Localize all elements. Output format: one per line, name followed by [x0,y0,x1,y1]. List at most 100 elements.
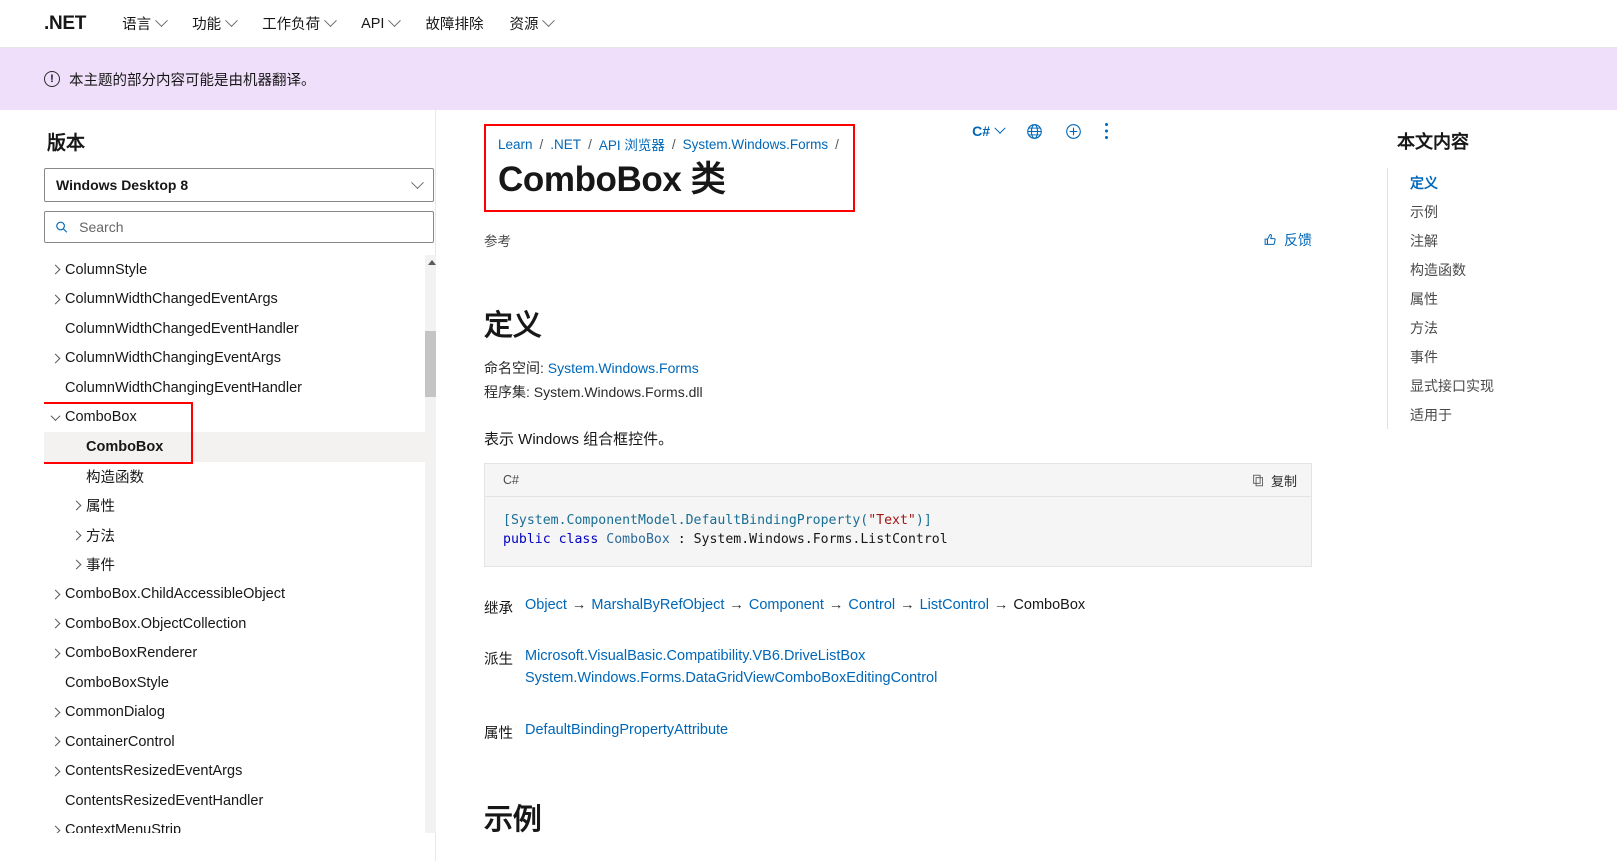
reference-label: 参考 [484,234,511,250]
title-highlight-box: Learn / .NET / API 浏览器 / System.Windows.Forms /… [484,124,855,213]
breadcrumb-item-2[interactable]: API 浏览器 [599,134,665,154]
chevron-right-icon[interactable] [45,766,65,777]
chevron-right-icon[interactable] [45,707,65,718]
toc-item-4[interactable]: 属性 [1398,284,1617,313]
copy-code-button[interactable]: 复制 [1252,471,1297,490]
toc-item-7[interactable]: 显式接口实现 [1398,371,1617,400]
inheritance-item-3[interactable]: Control [848,597,895,613]
in-this-article-toc: 本文内容 定义 示例 注解 构造函数 属性 方法 事件 显式接口实现 适用于 [1377,110,1617,861]
breadcrumb-separator: / [539,136,544,152]
derived-item-0[interactable]: Microsoft.VisualBasic.Compatibility.VB6.… [525,648,865,664]
inheritance-item-2[interactable]: Component [749,597,824,613]
tree-item-columnwidthchangingeventargs[interactable]: ColumnWidthChangingEventArgs [44,344,420,374]
top-nav-item-2[interactable]: 工作负荷 [262,13,337,34]
chevron-right-icon[interactable] [45,648,65,659]
toc-item-5[interactable]: 方法 [1398,313,1617,342]
tree-item-contentsresizedeventargs[interactable]: ContentsResizedEventArgs [44,757,420,787]
chevron-right-icon[interactable] [66,500,86,511]
inheritance-arrow-icon: → [729,596,744,613]
tree-item-label: 事件 [86,558,115,575]
chevron-right-icon[interactable] [45,264,65,275]
code-keyword-public: public [503,532,551,548]
chevron-down-icon [324,14,337,28]
toc-item-3[interactable]: 构造函数 [1398,255,1617,284]
chevron-right-icon[interactable] [66,530,86,541]
top-nav-item-label: 故障排除 [425,17,484,33]
chevron-down-icon [225,14,238,28]
feedback-button[interactable]: 反馈 [1264,230,1312,250]
tree-item-columnwidthchangedeventargs[interactable]: ColumnWidthChangedEventArgs [44,285,420,315]
feedback-label: 反馈 [1284,232,1312,249]
toc-list: 定义 示例 注解 构造函数 属性 方法 事件 显式接口实现 适用于 [1387,168,1617,429]
top-nav-item-label: 资源 [509,17,539,33]
tree-item-commondialog[interactable]: CommonDialog [44,698,420,728]
scroll-up-arrow-icon[interactable] [427,260,436,265]
scrollbar-thumb[interactable] [425,331,436,397]
chevron-down-icon[interactable] [45,410,65,421]
tree-item-contentsresizedeventhandler[interactable]: ContentsResizedEventHandler [44,786,420,816]
page-body: 版本 Windows Desktop 8 ColumnStyle ColumnWi… [0,110,1617,861]
plus-circle-icon[interactable] [1065,123,1082,140]
namespace-link[interactable]: System.Windows.Forms [548,360,699,376]
chevron-right-icon[interactable] [66,559,86,570]
language-selector-button[interactable]: C# [972,122,1006,139]
tree-item-containercontrol[interactable]: ContainerControl [44,727,420,757]
version-select[interactable]: Windows Desktop 8 [44,168,434,202]
top-nav-item-3[interactable]: API [361,14,402,32]
inheritance-arrow-icon: → [828,596,844,613]
chevron-right-icon[interactable] [45,589,65,600]
tree-item-label: ContextMenuStrip [65,822,182,833]
toc-item-6[interactable]: 事件 [1398,342,1617,371]
sidebar-search-box[interactable] [44,211,434,243]
tree-item-label: CommonDialog [65,704,165,721]
chevron-right-icon[interactable] [45,825,65,833]
tree-item-columnwidthchangedeventhandler[interactable]: ColumnWidthChangedEventHandler [44,314,420,344]
chevron-right-icon[interactable] [45,294,65,305]
tree-item-columnwidthchangingeventhandler[interactable]: ColumnWidthChangingEventHandler [44,373,420,403]
toc-item-8[interactable]: 适用于 [1398,400,1617,429]
inheritance-item-1[interactable]: MarshalByRefObject [591,597,724,613]
inheritance-item-4[interactable]: ListControl [920,597,989,613]
brand-logo-dotnet[interactable]: .NET [44,13,86,35]
reference-row: 参考 反馈 [484,230,1312,250]
assembly-line: 程序集: System.Windows.Forms.dll [484,382,1377,402]
breadcrumb-item-0[interactable]: Learn [498,137,533,152]
tree-item-构造函数[interactable]: 构造函数 [44,462,420,492]
derived-item-1[interactable]: System.Windows.Forms.DataGridViewComboBo… [525,670,937,686]
tree-item-事件[interactable]: 事件 [44,550,420,580]
chevron-right-icon[interactable] [45,618,65,629]
chevron-right-icon[interactable] [45,736,65,747]
inheritance-item-0[interactable]: Object [525,597,567,613]
top-nav-item-1[interactable]: 功能 [192,13,238,34]
tree-item-combobox[interactable]: ComboBox [44,432,436,462]
breadcrumb-item-1[interactable]: .NET [550,137,581,152]
tree-item-comboboxrenderer[interactable]: ComboBoxRenderer [44,639,420,669]
toc-title: 本文内容 [1397,132,1469,152]
tree-item-combobox[interactable]: ComboBox [44,403,420,433]
namespace-label: 命名空间: [484,360,544,377]
breadcrumb-item-3[interactable]: System.Windows.Forms [683,137,829,152]
toc-item-0[interactable]: 定义 [1398,168,1617,197]
top-nav-item-5[interactable]: 资源 [509,13,556,34]
top-nav-item-4[interactable]: 故障排除 [425,13,483,34]
code-attribute-string: "Text" [868,513,916,529]
tree-item-combobox-objectcollection[interactable]: ComboBox.ObjectCollection [44,609,420,639]
tree-item-combobox-childaccessibleobject[interactable]: ComboBox.ChildAccessibleObject [44,580,420,610]
tree-item-label: ColumnStyle [65,261,148,278]
search-input[interactable] [77,218,423,236]
definition-heading: 定义 [484,310,542,343]
more-vertical-icon[interactable] [1104,122,1109,140]
tree-item-属性[interactable]: 属性 [44,491,420,521]
globe-icon[interactable] [1026,123,1043,140]
tree-item-contextmenustrip[interactable]: ContextMenuStrip [44,816,420,833]
tree-item-label: ComboBox [86,438,164,455]
attribute-item-0[interactable]: DefaultBindingPropertyAttribute [525,722,728,738]
toc-item-2[interactable]: 注解 [1398,226,1617,255]
chevron-right-icon[interactable] [45,353,65,364]
tree-item-方法[interactable]: 方法 [44,521,420,551]
top-nav-item-0[interactable]: 语言 [122,13,168,34]
toc-item-1[interactable]: 示例 [1398,197,1617,226]
tree-scrollbar[interactable] [425,255,436,833]
tree-item-columnstyle[interactable]: ColumnStyle [44,255,420,285]
tree-item-comboboxstyle[interactable]: ComboBoxStyle [44,668,420,698]
